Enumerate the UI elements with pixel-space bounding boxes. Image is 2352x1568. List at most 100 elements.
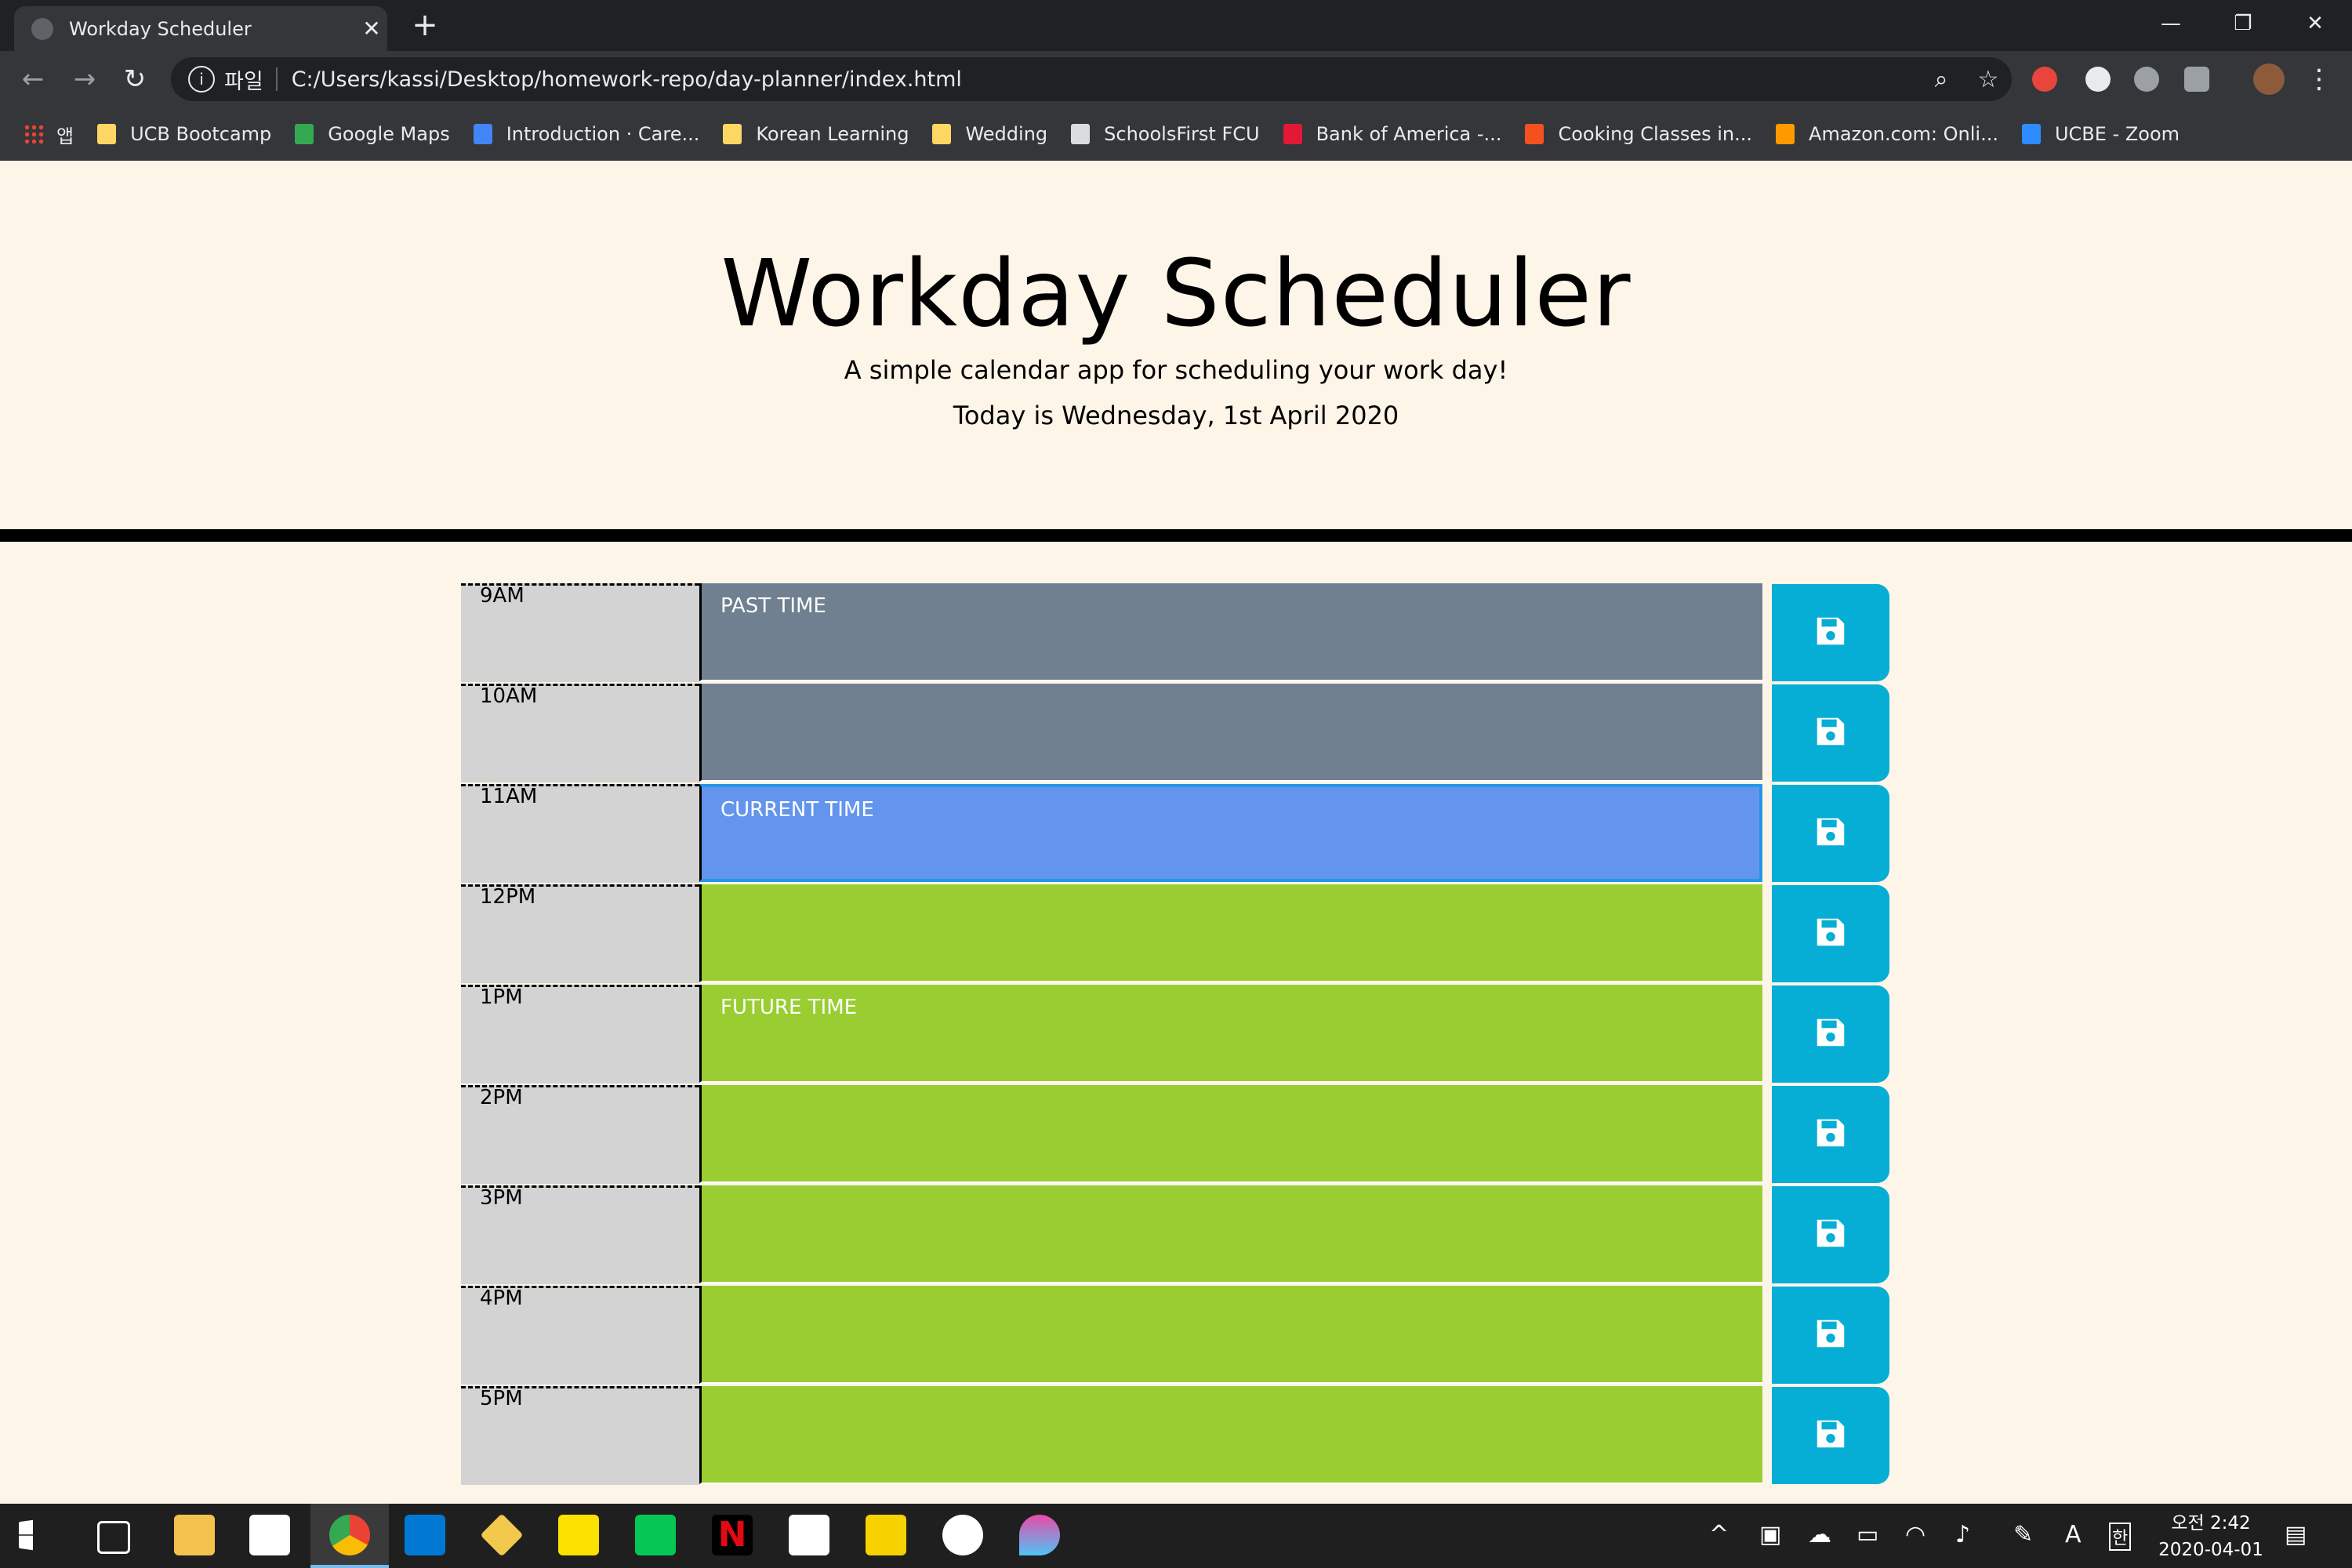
event-description-present[interactable]: CURRENT TIME	[699, 784, 1762, 882]
bookmark-item[interactable]: Bank of America -...	[1283, 123, 1502, 145]
save-button[interactable]	[1772, 1086, 1889, 1183]
time-block-row: 2PM	[461, 1085, 1891, 1185]
task-view-icon[interactable]	[97, 1521, 130, 1554]
bookmark-label: UCBE - Zoom	[2054, 123, 2180, 145]
close-tab-icon[interactable]: ✕	[356, 16, 387, 42]
event-description-past[interactable]	[699, 684, 1762, 782]
page-icon	[1071, 124, 1091, 144]
windows-start-icon[interactable]	[19, 1519, 33, 1551]
notifications-icon[interactable]: ▤	[2285, 1521, 2307, 1548]
event-description-future[interactable]	[699, 884, 1762, 982]
bookmark-item[interactable]: Amazon.com: Onli...	[1776, 123, 1998, 145]
bookmark-item[interactable]: Korean Learning	[723, 123, 909, 145]
save-button[interactable]	[1772, 1387, 1889, 1484]
kakaotalk-icon[interactable]	[558, 1515, 599, 1555]
bookmarks-bar: 앱 UCB Bootcamp Google Maps Introduction · …	[0, 107, 2352, 161]
zoom-search-icon[interactable]: ⌕	[1918, 66, 1965, 93]
hour-label: 4PM	[461, 1286, 699, 1385]
sketch-app-icon[interactable]	[789, 1515, 829, 1555]
event-description-future[interactable]	[699, 1286, 1762, 1384]
save-disk-icon	[1813, 1416, 1849, 1455]
save-disk-icon	[1813, 613, 1849, 652]
save-disk-icon	[1813, 1215, 1849, 1254]
pen-icon[interactable]: ✎	[2013, 1521, 2033, 1548]
close-window-icon[interactable]: ✕	[2280, 0, 2350, 47]
hour-label: 2PM	[461, 1085, 699, 1184]
bookmark-item[interactable]: UCBE - Zoom	[2021, 123, 2180, 145]
minimize-icon[interactable]: —	[2136, 0, 2206, 47]
profile-avatar[interactable]	[2253, 64, 2285, 95]
extension-icon[interactable]	[2032, 67, 2057, 92]
save-disk-icon	[1813, 713, 1849, 753]
volume-icon[interactable]: ♪	[1955, 1521, 1970, 1548]
save-button[interactable]	[1772, 1186, 1889, 1283]
file-explorer-icon[interactable]	[174, 1515, 215, 1555]
active-indicator	[310, 1565, 389, 1568]
ime-mode[interactable]: 한	[2109, 1523, 2132, 1551]
save-button[interactable]	[1772, 785, 1889, 882]
vscode-icon[interactable]	[405, 1515, 445, 1555]
url-text[interactable]: C:/Users/kassi/Desktop/homework-repo/day…	[292, 67, 1918, 92]
time-block-row: 10AM	[461, 684, 1891, 784]
event-description-future[interactable]	[699, 1386, 1762, 1484]
system-clock[interactable]: 오전 2:42 2020-04-01	[2148, 1510, 2274, 1563]
apps-grid-icon	[24, 124, 44, 144]
info-icon[interactable]: i	[188, 66, 215, 93]
onedrive-icon[interactable]: ☁	[1808, 1521, 1831, 1548]
tab-title: Workday Scheduler	[69, 17, 252, 40]
reload-icon[interactable]: ↻	[114, 59, 155, 100]
event-description-future[interactable]	[699, 1185, 1762, 1283]
tray-overflow-icon[interactable]: ^	[1709, 1521, 1729, 1548]
forward-icon[interactable]: →	[64, 59, 105, 100]
extension-icon[interactable]	[2085, 67, 2111, 92]
slack-icon[interactable]	[942, 1515, 983, 1555]
bookmark-item[interactable]: Cooking Classes in...	[1525, 123, 1752, 145]
time-block-row: 9AM PAST TIME	[461, 583, 1891, 684]
line-icon[interactable]	[635, 1515, 676, 1555]
store-icon[interactable]	[249, 1515, 290, 1555]
save-button[interactable]	[1772, 684, 1889, 782]
bookmark-item[interactable]: UCB Bootcamp	[97, 123, 271, 145]
bookmark-item[interactable]: Introduction · Care...	[473, 123, 699, 145]
menu-kebab-icon[interactable]: ⋮	[2299, 59, 2339, 100]
bookmark-star-icon[interactable]: ☆	[1965, 66, 2012, 93]
wifi-icon[interactable]: ◠	[1905, 1521, 1926, 1548]
maps-app-icon[interactable]	[1019, 1515, 1060, 1555]
time-block-row: 3PM	[461, 1185, 1891, 1286]
git-client-icon[interactable]	[480, 1513, 524, 1557]
extension-icon[interactable]	[2184, 67, 2209, 92]
bookmark-item[interactable]: Wedding	[932, 123, 1047, 145]
new-tab-button[interactable]: +	[408, 8, 442, 42]
browser-tab[interactable]: Workday Scheduler ✕	[14, 6, 387, 51]
bookmark-item[interactable]: SchoolsFirst FCU	[1071, 123, 1260, 145]
battery-icon[interactable]: ▭	[1857, 1521, 1878, 1548]
netflix-icon[interactable]: N	[712, 1515, 753, 1555]
save-button[interactable]	[1772, 1287, 1889, 1384]
event-description-future[interactable]	[699, 1085, 1762, 1183]
clock-date: 2020-04-01	[2158, 1540, 2263, 1560]
restore-icon[interactable]: ❐	[2208, 0, 2278, 47]
chrome-icon[interactable]	[329, 1515, 370, 1555]
back-icon[interactable]: ←	[13, 59, 53, 100]
apps-label: 앱	[56, 125, 74, 147]
lead-text: A simple calendar app for scheduling you…	[844, 355, 1508, 385]
bookmark-item[interactable]: Google Maps	[295, 123, 450, 145]
address-bar[interactable]: i 파일 C:/Users/kassi/Desktop/homework-rep…	[171, 57, 2012, 101]
hour-label: 12PM	[461, 884, 699, 983]
apps-shortcut[interactable]: 앱	[24, 121, 74, 148]
time-block-row: 1PM FUTURE TIME	[461, 985, 1891, 1085]
sticky-notes-icon[interactable]	[866, 1515, 906, 1555]
save-button[interactable]	[1772, 584, 1889, 681]
screen-icon[interactable]: ▣	[1759, 1521, 1781, 1548]
camera-extension-icon[interactable]	[2134, 67, 2159, 92]
save-button[interactable]	[1772, 985, 1889, 1083]
boa-icon	[1283, 124, 1302, 144]
amazon-icon	[1776, 124, 1795, 144]
save-disk-icon	[1813, 1115, 1849, 1154]
ime-language[interactable]: A	[2065, 1521, 2082, 1548]
event-description-future[interactable]: FUTURE TIME	[699, 985, 1762, 1083]
bookmark-label: Bank of America -...	[1316, 123, 1502, 145]
save-button[interactable]	[1772, 885, 1889, 982]
time-block-row: 4PM	[461, 1286, 1891, 1386]
event-description-past[interactable]: PAST TIME	[699, 583, 1762, 681]
